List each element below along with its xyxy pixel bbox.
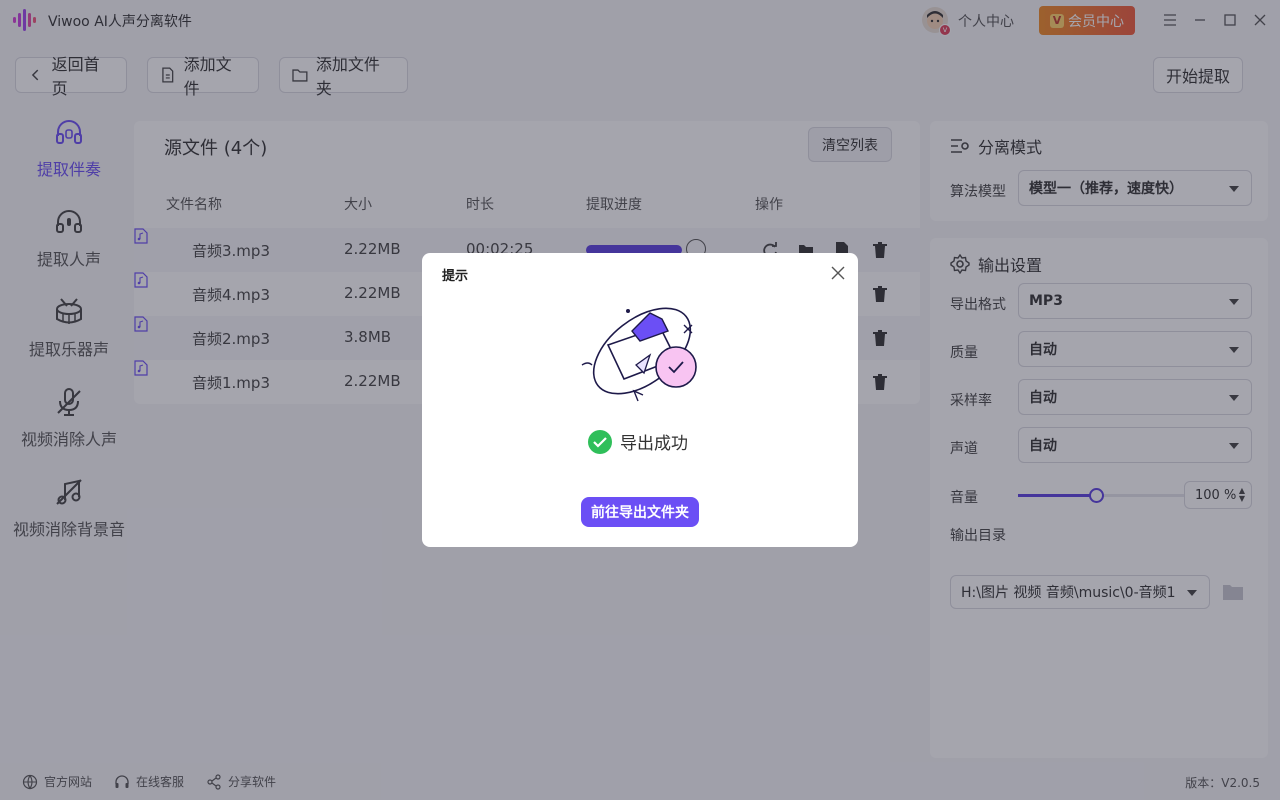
success-text: 导出成功: [620, 434, 688, 454]
dialog-title: 提示: [442, 269, 469, 284]
open-export-folder-button[interactable]: 前往导出文件夹: [581, 497, 699, 527]
success-message: 导出成功: [588, 429, 688, 454]
folder-export-illustration-icon: [581, 307, 697, 402]
close-icon[interactable]: [830, 265, 846, 281]
export-success-dialog: 提示 导出成功 前往导出文件夹: [422, 253, 858, 547]
success-check-icon: [588, 429, 612, 454]
